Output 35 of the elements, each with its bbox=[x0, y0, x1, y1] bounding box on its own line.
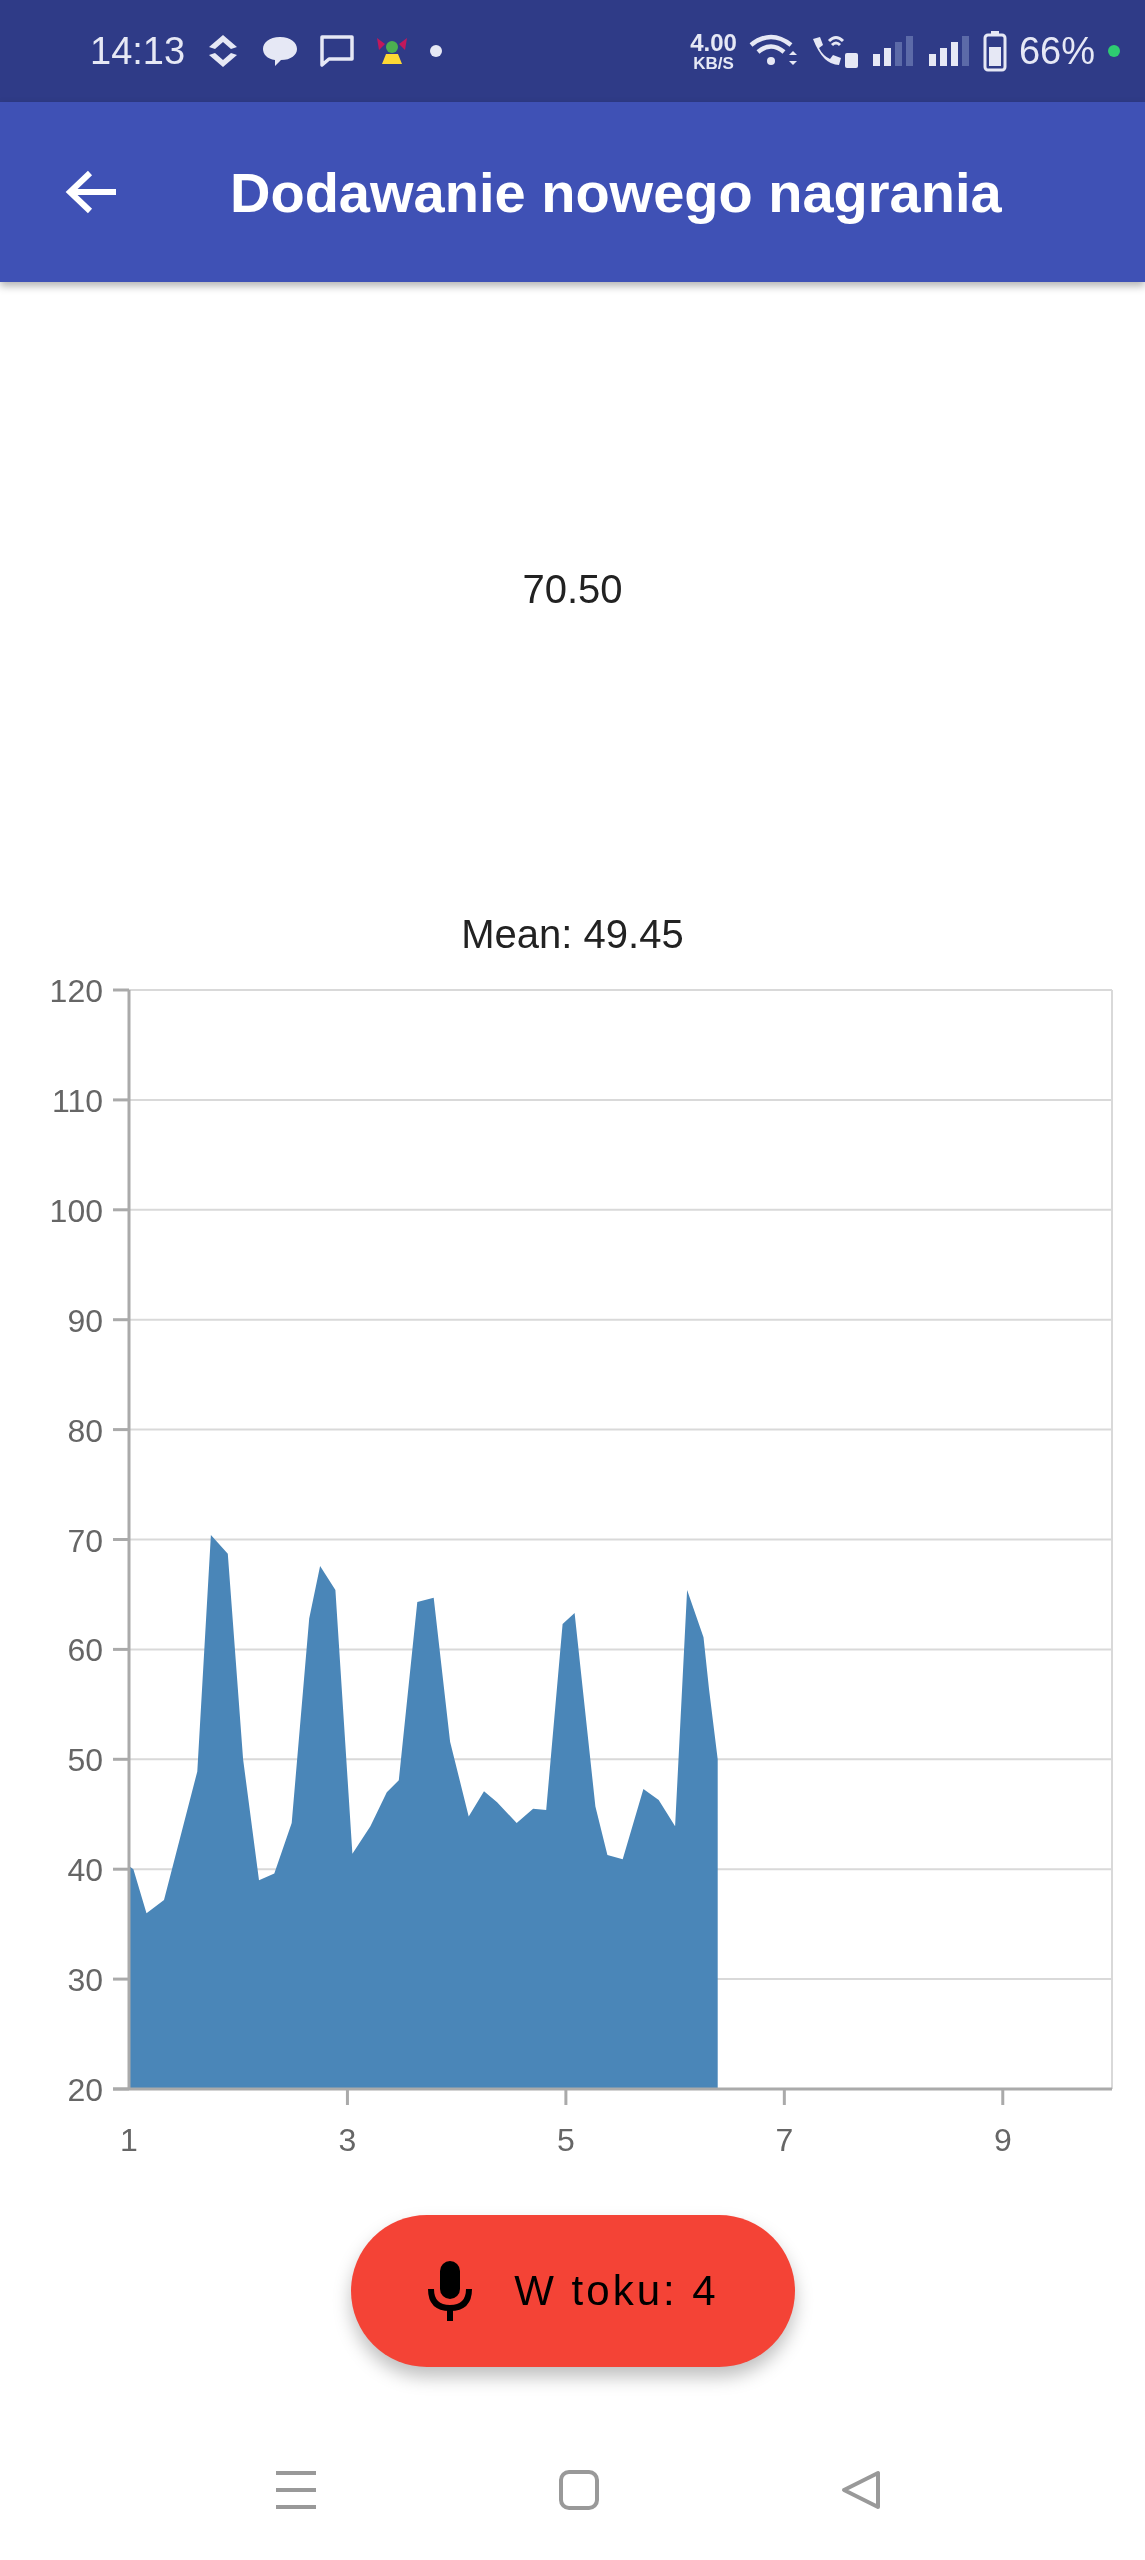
x-tick-label: 5 bbox=[557, 2122, 575, 2158]
battery-percent: 66% bbox=[1018, 29, 1095, 73]
back-triangle-icon[interactable] bbox=[840, 2469, 882, 2511]
dot-icon bbox=[429, 44, 444, 58]
speech-bubble-icon bbox=[261, 34, 300, 68]
chart-title: Mean: 49.45 bbox=[461, 911, 684, 958]
y-tick-label: 50 bbox=[67, 1742, 103, 1779]
message-icon bbox=[319, 34, 356, 68]
y-tick-label: 60 bbox=[67, 1632, 103, 1669]
y-tick-label: 70 bbox=[67, 1522, 103, 1559]
y-tick-label: 120 bbox=[49, 973, 103, 1009]
y-tick-label: 40 bbox=[67, 1852, 103, 1889]
y-tick-label: 20 bbox=[67, 2072, 103, 2108]
y-tick-label: 80 bbox=[67, 1412, 103, 1449]
microphone-icon bbox=[426, 2259, 475, 2323]
y-tick-label: 90 bbox=[67, 1302, 103, 1339]
screen-title: Dodawanie nowego nagrania bbox=[230, 159, 1002, 225]
current-value: 70.50 bbox=[522, 567, 623, 613]
signal-icon bbox=[870, 34, 915, 68]
battery-icon bbox=[982, 30, 1007, 72]
dot-icon bbox=[1107, 44, 1121, 58]
y-tick-label: 30 bbox=[67, 1962, 103, 1999]
net-speed-unit: KB/S bbox=[693, 54, 734, 72]
y-tick-label: 110 bbox=[52, 1082, 103, 1119]
menu-icon[interactable] bbox=[274, 2470, 318, 2510]
signal-icon bbox=[926, 34, 971, 68]
x-tick-label: 3 bbox=[338, 2122, 357, 2158]
record-button[interactable]: W toku: 4 bbox=[350, 2215, 795, 2367]
x-tick-label: 9 bbox=[993, 2122, 1012, 2158]
y-tick-label: 100 bbox=[49, 1192, 103, 1229]
x-tick-label: 1 bbox=[120, 2122, 138, 2158]
x-tick-label: 7 bbox=[775, 2122, 794, 2158]
status-time: 14:13 bbox=[90, 29, 186, 73]
net-speed: 4.00 bbox=[690, 30, 737, 55]
home-square-icon[interactable] bbox=[558, 2469, 600, 2511]
